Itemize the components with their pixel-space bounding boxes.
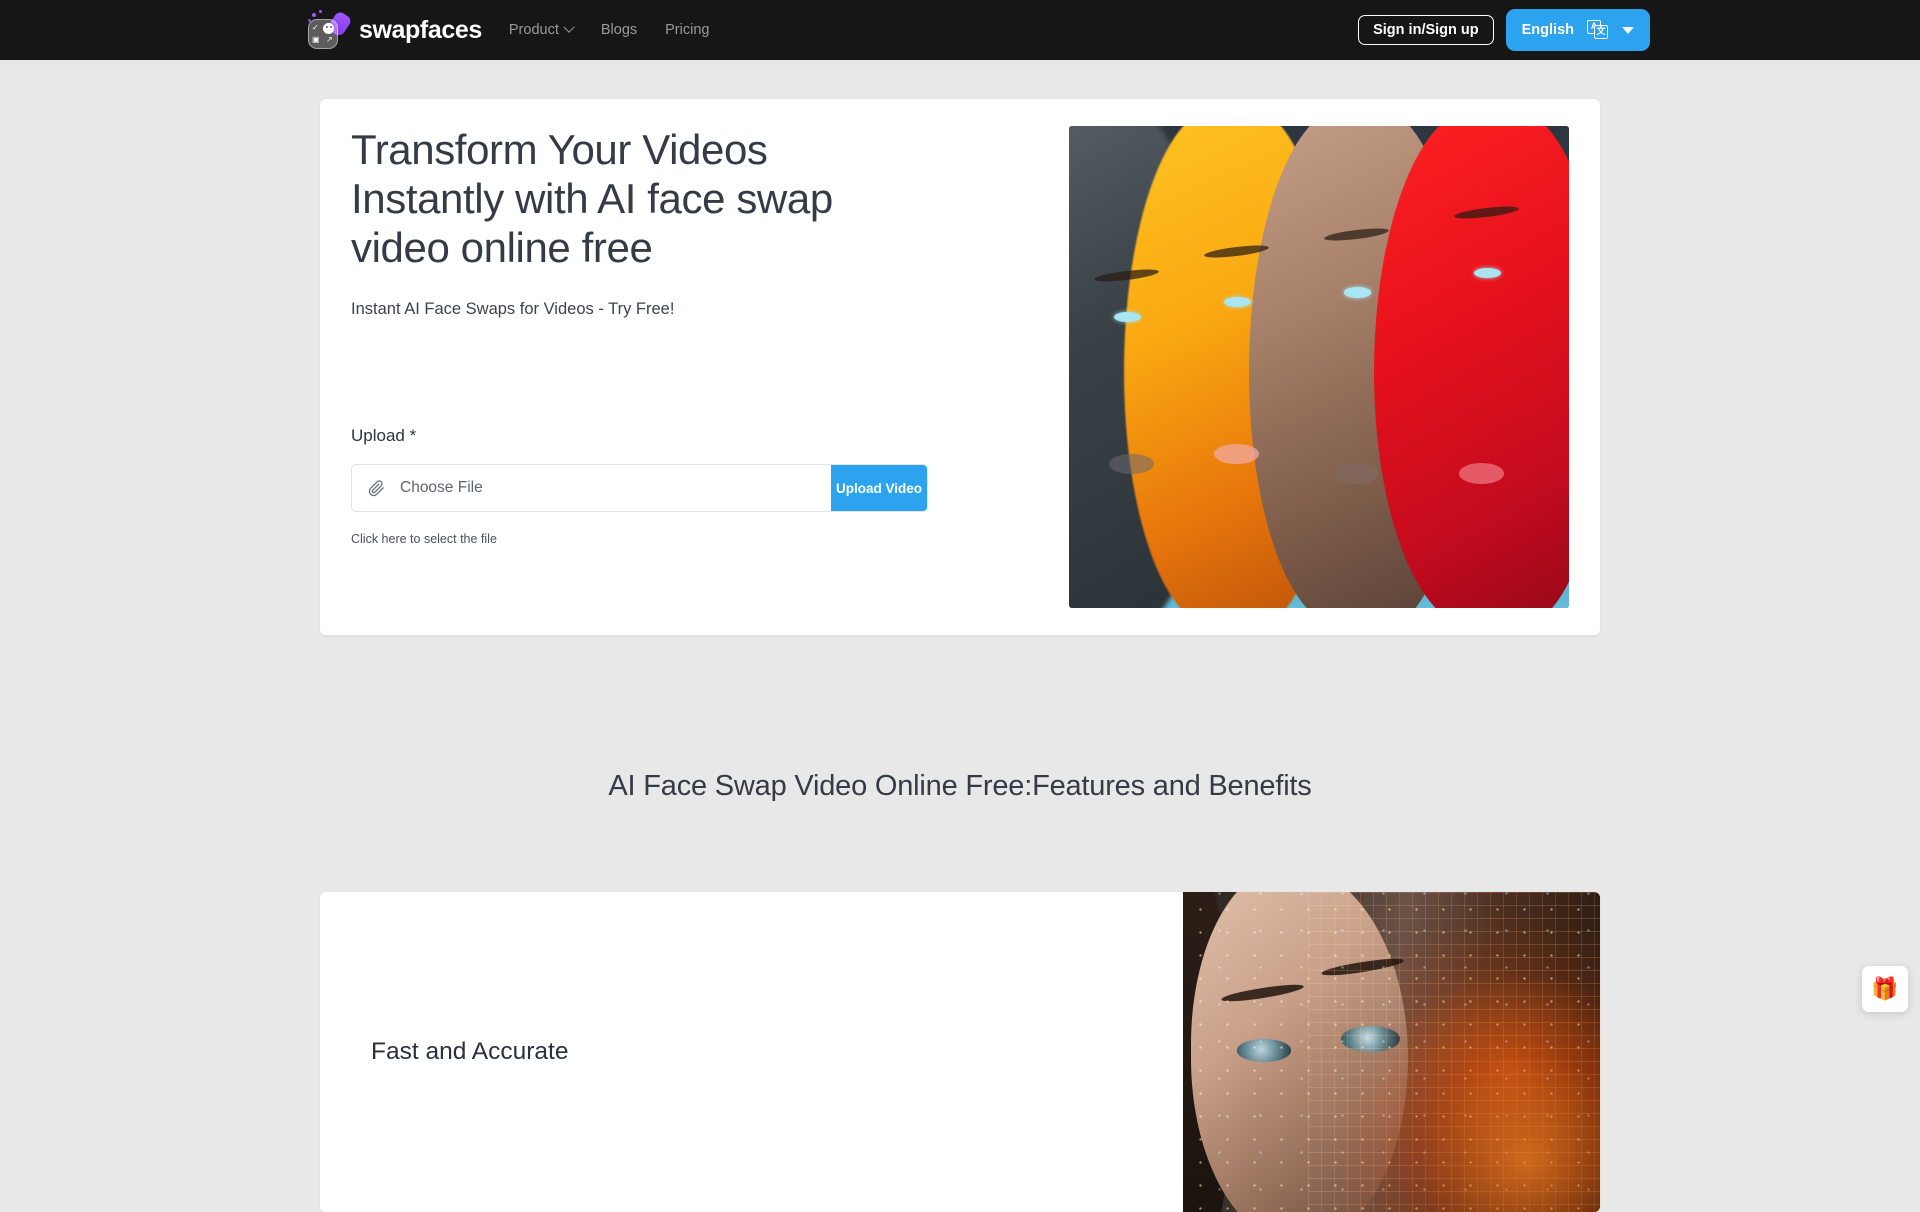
translate-icon-letter-cjk: 文 — [1594, 25, 1608, 39]
feature-card-image — [1183, 892, 1600, 1212]
upload-hint: Click here to select the file — [351, 532, 951, 546]
hero-subtitle: Instant AI Face Swaps for Videos - Try F… — [351, 300, 951, 319]
hero-card: Transform Your Videos Instantly with AI … — [320, 99, 1600, 635]
page-title: Transform Your Videos Instantly with AI … — [351, 125, 931, 272]
feature-card-fast-and-accurate: Fast and Accurate — [320, 892, 1600, 1212]
chevron-down-icon — [563, 22, 574, 33]
hero-content: Transform Your Videos Instantly with AI … — [351, 125, 951, 546]
gift-icon: 🎁 — [1871, 978, 1898, 1000]
upload-field-group: Upload Video — [351, 464, 928, 512]
nav-item-product[interactable]: Product — [509, 22, 573, 38]
language-selector[interactable]: English A 文 — [1506, 9, 1650, 51]
file-input[interactable] — [400, 465, 831, 511]
chevron-down-icon — [1622, 27, 1634, 34]
upload-label: Upload * — [351, 426, 951, 446]
nav-item-blogs-label: Blogs — [601, 22, 637, 38]
paperclip-icon — [352, 465, 400, 511]
swapfaces-logo-icon: ✓ ▣ ↗ — [307, 10, 349, 50]
logo[interactable]: ✓ ▣ ↗ swapfaces — [307, 10, 482, 50]
nav-item-blogs[interactable]: Blogs — [601, 22, 637, 38]
sign-in-sign-up-button[interactable]: Sign in/Sign up — [1358, 15, 1494, 45]
hero-image — [1069, 126, 1569, 608]
feature-card-title: Fast and Accurate — [371, 1038, 1131, 1066]
logo-text: swapfaces — [359, 16, 482, 45]
feature-card-content: Fast and Accurate — [371, 1038, 1131, 1090]
main-nav: Product Blogs Pricing — [509, 22, 710, 38]
features-section-heading: AI Face Swap Video Online Free:Features … — [0, 770, 1920, 803]
language-label: English — [1522, 22, 1574, 38]
nav-item-pricing[interactable]: Pricing — [665, 22, 709, 38]
upload-video-button[interactable]: Upload Video — [831, 465, 927, 511]
nav-item-product-label: Product — [509, 22, 559, 38]
nav-item-pricing-label: Pricing — [665, 22, 709, 38]
site-header: ✓ ▣ ↗ swapfaces Product Blogs Pricing Si… — [0, 0, 1920, 60]
header-actions: Sign in/Sign up English A 文 — [1358, 9, 1650, 51]
translate-icon: A 文 — [1587, 20, 1609, 40]
gift-widget-button[interactable]: 🎁 — [1862, 966, 1908, 1012]
